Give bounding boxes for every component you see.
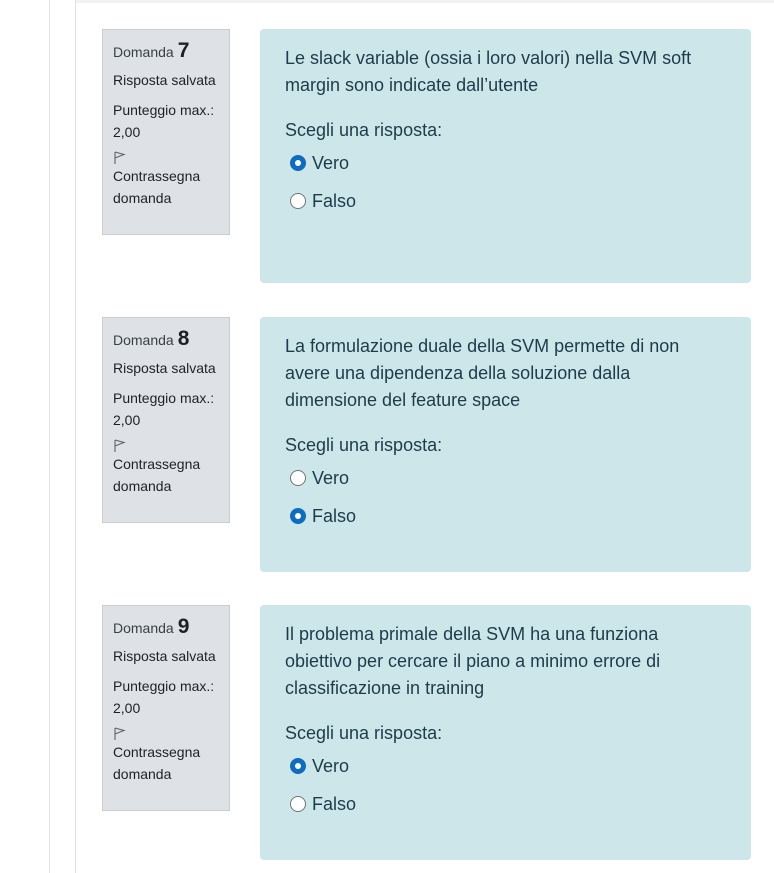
question-content: Il problema primale della SVM ha una fun…	[260, 605, 751, 860]
question-info: Domanda 7 Risposta salvata Punteggio max…	[102, 29, 230, 235]
question-text: Le slack variable (ossia i loro valori) …	[285, 48, 692, 95]
flag-question-button[interactable]: Contrassegna domanda	[113, 151, 221, 209]
grade-value: 2,00	[113, 412, 141, 428]
flag-icon	[114, 151, 126, 164]
flag-question-label: Contrassegna domanda	[113, 168, 201, 206]
page-divider	[49, 0, 50, 873]
option-falso[interactable]: Falso	[285, 497, 727, 535]
content-divider	[75, 0, 76, 873]
radio-button-checked[interactable]	[290, 508, 306, 524]
option-vero[interactable]: Vero	[285, 747, 727, 785]
option-label: Vero	[312, 467, 350, 488]
radio-button[interactable]	[290, 470, 306, 486]
question-number: Domanda 7	[113, 40, 221, 63]
question-number: Domanda 9	[113, 616, 221, 639]
option-vero[interactable]: Vero	[285, 459, 727, 497]
question-number: Domanda 8	[113, 328, 221, 351]
grade-label: Punteggio max.:	[113, 102, 215, 118]
option-label: Falso	[312, 190, 357, 211]
question-number-value: 7	[177, 39, 190, 62]
option-label: Falso	[312, 793, 357, 814]
radio-button-checked[interactable]	[290, 758, 306, 774]
answer-prompt: Scegli una risposta:	[285, 120, 443, 140]
question-state: Risposta salvata	[113, 360, 216, 376]
question-info: Domanda 8 Risposta salvata Punteggio max…	[102, 317, 230, 523]
grade-label: Punteggio max.:	[113, 678, 215, 694]
flag-question-label: Contrassegna domanda	[113, 744, 201, 782]
question-text: Il problema primale della SVM ha una fun…	[285, 624, 661, 698]
flag-question-label: Contrassegna domanda	[113, 456, 201, 494]
option-vero[interactable]: Vero	[285, 144, 727, 182]
question-label: Domanda	[113, 44, 174, 60]
question-content: La formulazione duale della SVM permette…	[260, 317, 751, 572]
flag-icon	[114, 439, 126, 452]
grade-value: 2,00	[113, 124, 141, 140]
grade-value: 2,00	[113, 700, 141, 716]
radio-button[interactable]	[290, 796, 306, 812]
option-label: Falso	[312, 505, 357, 526]
grade-label: Punteggio max.:	[113, 390, 215, 406]
answer-prompt: Scegli una risposta:	[285, 435, 443, 455]
question-info: Domanda 9 Risposta salvata Punteggio max…	[102, 605, 230, 811]
question-text: La formulazione duale della SVM permette…	[285, 336, 680, 410]
answer-prompt: Scegli una risposta:	[285, 723, 443, 743]
option-falso[interactable]: Falso	[285, 182, 727, 220]
question-number-value: 8	[177, 327, 190, 350]
question-label: Domanda	[113, 332, 174, 348]
option-falso[interactable]: Falso	[285, 785, 727, 823]
question-label: Domanda	[113, 620, 174, 636]
option-label: Vero	[312, 152, 350, 173]
flag-question-button[interactable]: Contrassegna domanda	[113, 439, 221, 497]
radio-button-checked[interactable]	[290, 155, 306, 171]
question-state: Risposta salvata	[113, 648, 216, 664]
option-label: Vero	[312, 755, 350, 776]
flag-question-button[interactable]: Contrassegna domanda	[113, 727, 221, 785]
flag-icon	[114, 727, 126, 740]
question-state: Risposta salvata	[113, 72, 216, 88]
question-number-value: 9	[177, 615, 190, 638]
radio-button[interactable]	[290, 193, 306, 209]
quiz-page: Domanda 7 Risposta salvata Punteggio max…	[0, 0, 774, 873]
question-content: Le slack variable (ossia i loro valori) …	[260, 29, 751, 283]
top-strip	[76, 0, 774, 3]
